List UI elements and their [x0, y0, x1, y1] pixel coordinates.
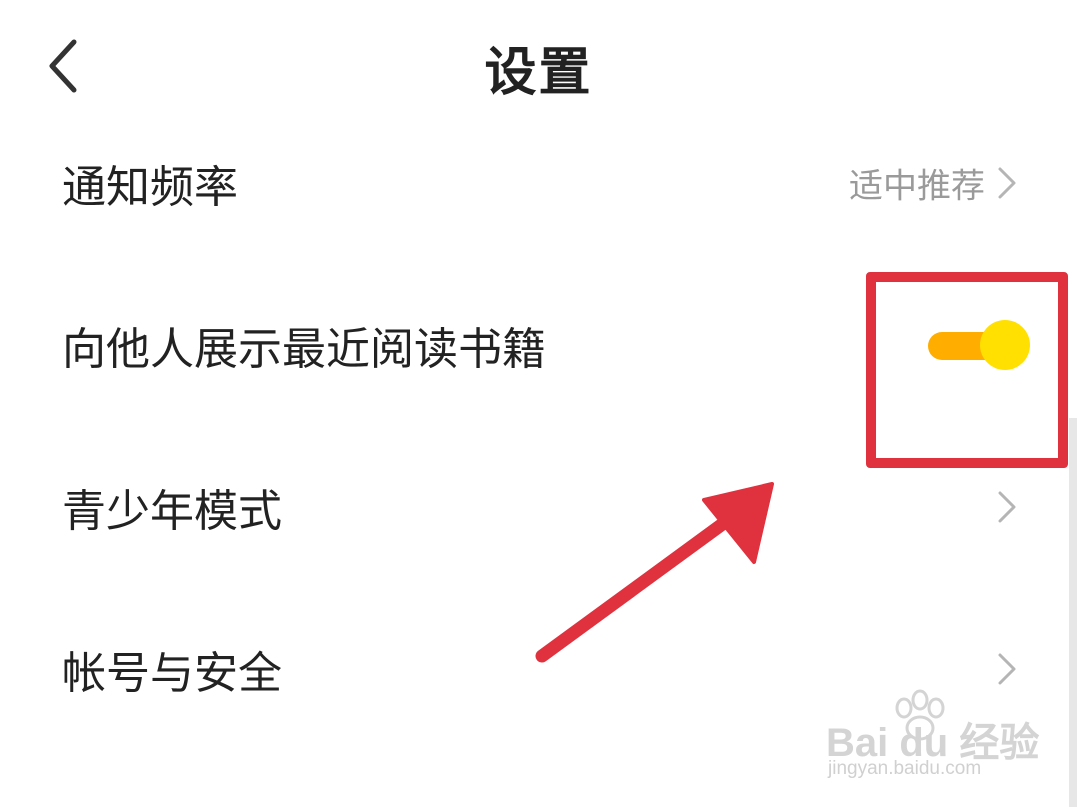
settings-row-notification-frequency[interactable]: 通知频率 适中推荐 [0, 128, 1077, 238]
watermark-sub: jingyan.baidu.com [828, 758, 982, 779]
row-label: 通知频率 [62, 162, 238, 213]
row-label: 帐号与安全 [62, 648, 282, 699]
scroll-edge [1069, 418, 1077, 807]
row-label: 青少年模式 [62, 486, 282, 537]
chevron-right-icon [998, 653, 1016, 685]
header: 设置 [0, 0, 1077, 130]
page-title: 设置 [484, 43, 593, 103]
row-label: 向他人展示最近阅读书籍 [62, 324, 546, 375]
watermark: Bai du 经验 jingyan.baidu.com [826, 688, 1039, 798]
chevron-right-icon [998, 491, 1016, 523]
chevron-right-icon [998, 167, 1016, 199]
annotation-arrow-icon [535, 482, 774, 663]
row-value: 适中推荐 [849, 166, 985, 207]
highlight-box [866, 272, 1068, 468]
